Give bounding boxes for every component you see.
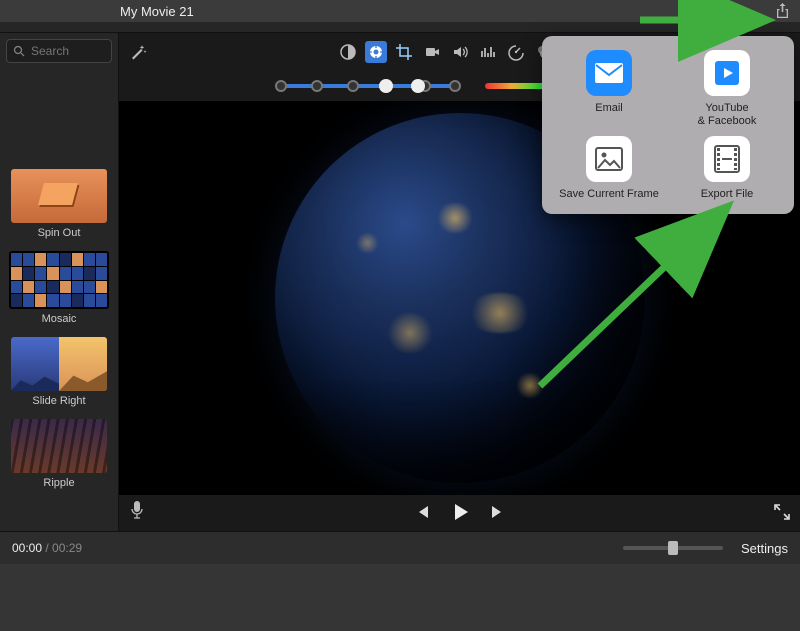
stabilization-button[interactable]	[421, 41, 443, 63]
color-correction-button[interactable]	[365, 41, 387, 63]
search-field[interactable]	[6, 39, 112, 63]
play-button[interactable]	[449, 501, 471, 526]
search-icon	[13, 45, 25, 57]
playback-controls	[119, 495, 800, 531]
thumbnail-label: Spin Out	[38, 227, 81, 239]
youtube-icon	[704, 50, 750, 96]
transition-mosaic[interactable]: Mosaic	[9, 251, 109, 325]
thumbnail-label: Slide Right	[32, 395, 85, 407]
noise-eq-button[interactable]	[477, 41, 499, 63]
sidebar: Spin Out Mosaic Slide Right Ripple	[0, 33, 119, 531]
magic-wand-button[interactable]	[127, 41, 149, 63]
thumbnail-image	[11, 337, 107, 391]
share-youtube-facebook[interactable]: YouTube & Facebook	[670, 50, 784, 128]
share-save-frame[interactable]: Save Current Frame	[552, 136, 666, 201]
thumbnail-image	[9, 251, 109, 309]
playhead-time: 00:00 / 00:29	[12, 541, 82, 555]
next-frame-button[interactable]	[489, 503, 507, 524]
settings-button[interactable]: Settings	[741, 541, 788, 556]
timeline-area[interactable]	[0, 564, 800, 631]
transition-ripple[interactable]: Ripple	[11, 419, 107, 489]
color-balance-button[interactable]	[337, 41, 359, 63]
email-icon	[586, 50, 632, 96]
transition-slide-right[interactable]: Slide Right	[11, 337, 107, 407]
titlebar: My Movie 21	[0, 0, 800, 22]
image-icon	[586, 136, 632, 182]
film-icon	[704, 136, 750, 182]
share-email[interactable]: Email	[552, 50, 666, 128]
timeline-zoom-slider[interactable]	[623, 546, 723, 550]
prev-frame-button[interactable]	[413, 503, 431, 524]
share-icon	[775, 3, 790, 19]
transition-spin-out[interactable]: Spin Out	[11, 169, 107, 239]
share-label: Email	[595, 102, 623, 115]
thumbnail-label: Mosaic	[42, 313, 77, 325]
top-divider	[0, 22, 800, 33]
share-export-file[interactable]: Export File	[670, 136, 784, 201]
crop-button[interactable]	[393, 41, 415, 63]
project-title: My Movie 21	[120, 4, 194, 19]
fullscreen-button[interactable]	[774, 504, 790, 523]
voiceover-button[interactable]	[129, 500, 145, 523]
share-label: Save Current Frame	[559, 188, 659, 201]
thumbnail-image	[11, 169, 107, 223]
speed-button[interactable]	[505, 41, 527, 63]
share-label: Export File	[701, 188, 754, 201]
timeline-bar: 00:00 / 00:29 Settings	[0, 531, 800, 564]
search-input[interactable]	[29, 43, 103, 59]
share-label: YouTube & Facebook	[698, 102, 757, 128]
thumbnail-label: Ripple	[43, 477, 74, 489]
share-button[interactable]	[774, 3, 790, 19]
exposure-slider[interactable]	[275, 84, 455, 88]
volume-button[interactable]	[449, 41, 471, 63]
share-popover: Email YouTube & Facebook Save Current Fr…	[542, 36, 794, 214]
thumbnail-image	[11, 419, 107, 473]
